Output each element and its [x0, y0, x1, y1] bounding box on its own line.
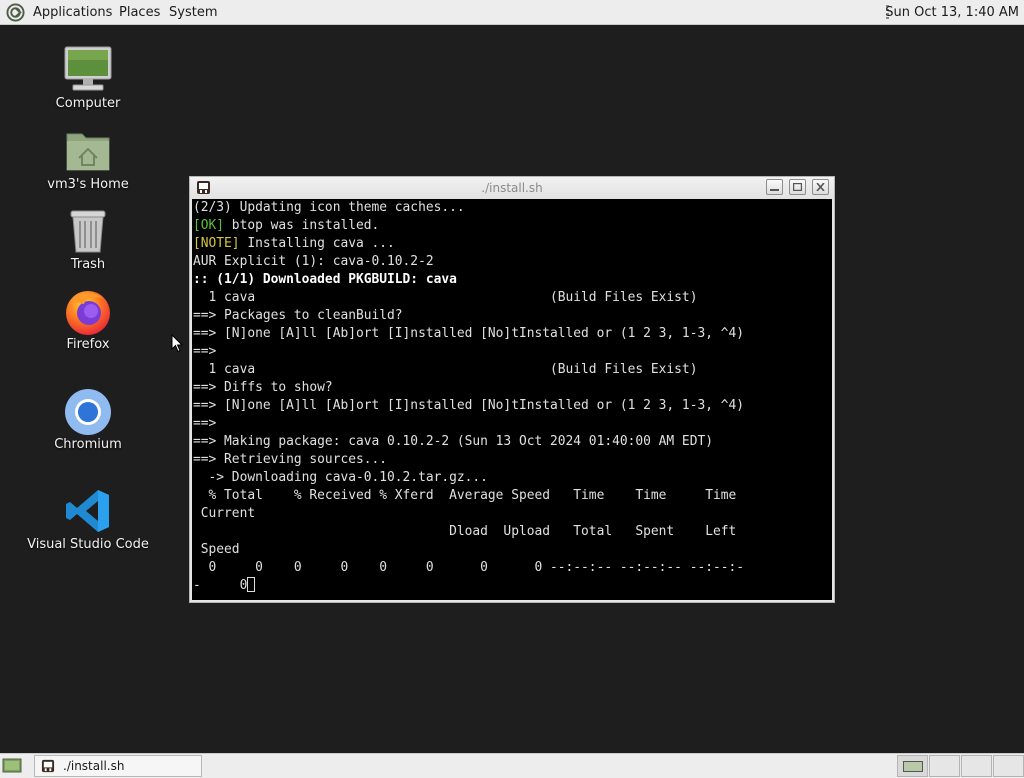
desktop-icon-trash[interactable]: Trash — [13, 208, 163, 280]
terminal-line: ==> Retrieving sources... — [193, 451, 744, 469]
terminal-line: ==> — [193, 415, 744, 433]
terminal-line: AUR Explicit (1): cava-0.10.2-2 — [193, 253, 744, 271]
terminal-text-segment: ==> — [193, 416, 217, 431]
terminal-text-segment: % Total % Received % Xferd Average Speed… — [193, 488, 737, 503]
desktop-icon-label: vm3's Home — [47, 177, 129, 192]
terminal-window[interactable]: ./install.sh (2/3) Updating icon theme c… — [189, 176, 835, 603]
terminal-line: ==> [N]one [A]ll [Ab]ort [I]nstalled [No… — [193, 397, 744, 415]
terminal-text-segment: :: (1/1) Downloaded PKGBUILD: cava — [193, 272, 457, 287]
terminal-output[interactable]: (2/3) Updating icon theme caches... [OK] … — [192, 199, 832, 600]
terminal-text-segment: AUR Explicit (1): cava-0.10.2-2 — [193, 254, 434, 269]
terminal-line: Dload Upload Total Spent Left — [193, 523, 744, 541]
terminal-line: 1 cava (Build Files Exist) — [193, 361, 744, 379]
computer-icon — [64, 46, 112, 91]
desktop-icon-label: Computer — [55, 96, 121, 111]
terminal-text-segment: 0 0 0 0 0 0 0 0 --:--:-- --:--:-- --:--:… — [193, 560, 745, 575]
terminal-text-segment: -> Downloading cava-0.10.2.tar.gz... — [193, 470, 488, 485]
terminal-line: Current — [193, 505, 744, 523]
terminal-text-segment: ==> — [193, 344, 217, 359]
applications-menu[interactable]: Applications — [33, 0, 112, 25]
workspace-2[interactable] — [929, 755, 960, 777]
terminal-text-segment: [OK] — [193, 218, 225, 233]
terminal-text-segment: 1 cava (Build Files Exist) — [193, 362, 698, 377]
maximize-button[interactable] — [789, 179, 806, 195]
terminal-line: % Total % Received % Xferd Average Speed… — [193, 487, 744, 505]
minimize-button[interactable] — [766, 179, 783, 195]
mouse-pointer-icon — [171, 334, 183, 353]
bottom-panel: ./install.sh — [0, 753, 1024, 778]
terminal-line: Speed — [193, 541, 744, 559]
system-menu[interactable]: System — [169, 0, 217, 25]
terminal-text-segment: ==> Diffs to show? — [193, 380, 333, 395]
terminal-text-segment: btop was installed. — [224, 218, 380, 233]
terminal-text-segment: [NOTE] — [193, 236, 240, 251]
terminal-app-icon — [41, 759, 55, 773]
taskbar-item-label: ./install.sh — [63, 759, 125, 773]
terminal-text-segment: Dload Upload Total Spent Left — [193, 524, 737, 539]
workspace-1[interactable] — [897, 755, 928, 777]
terminal-text-segment: ==> Making package: cava 0.10.2-2 (Sun 1… — [193, 434, 713, 449]
desktop-icon-vscode[interactable]: Visual Studio Code — [13, 488, 163, 560]
terminal-text-segment: Installing cava ... — [239, 236, 395, 251]
window-title: ./install.sh — [481, 181, 543, 195]
terminal-line: ==> [N]one [A]ll [Ab]ort [I]nstalled [No… — [193, 325, 744, 343]
home-folder-icon — [66, 133, 110, 171]
desktop-icon-firefox[interactable]: Firefox — [13, 288, 163, 360]
desktop-icon-label: Visual Studio Code — [27, 537, 149, 552]
terminal-line: ==> Making package: cava 0.10.2-2 (Sun 1… — [193, 433, 744, 451]
clock[interactable]: Sun Oct 13, 1:40 AM — [885, 0, 1019, 25]
places-menu[interactable]: Places — [119, 0, 160, 25]
desktop-icon-label: Trash — [70, 257, 106, 272]
terminal-line: -> Downloading cava-0.10.2.tar.gz... — [193, 469, 744, 487]
close-button[interactable] — [812, 179, 829, 195]
desktop-icon-chromium[interactable]: Chromium — [13, 387, 163, 459]
trash-icon — [70, 210, 106, 253]
terminal-line: ==> — [193, 343, 744, 361]
terminal-text: (2/3) Updating icon theme caches... [OK] … — [193, 199, 744, 595]
terminal-text-segment: ==> [N]one [A]ll [Ab]ort [I]nstalled [No… — [193, 326, 745, 341]
terminal-line: (2/3) Updating icon theme caches... — [193, 199, 744, 217]
workspace-3[interactable] — [961, 755, 992, 777]
desktop-icon-label: Firefox — [66, 337, 110, 352]
terminal-line: ==> Packages to cleanBuild? — [193, 307, 744, 325]
terminal-line: ==> Diffs to show? — [193, 379, 744, 397]
terminal-text-segment: (2/3) Updating icon theme caches... — [193, 200, 465, 215]
workspace-window-icon — [903, 761, 923, 772]
terminal-line: :: (1/1) Downloaded PKGBUILD: cava — [193, 271, 744, 289]
terminal-text-segment: Current — [193, 506, 256, 521]
workspace-4[interactable] — [993, 755, 1024, 777]
desktop-icon-computer[interactable]: Computer — [13, 46, 163, 118]
top-panel: Applications Places System Sun Oct 13, 1… — [0, 0, 1024, 25]
terminal-titlebar[interactable]: ./install.sh — [190, 177, 834, 199]
close-icon — [816, 183, 825, 191]
show-desktop-icon[interactable] — [2, 757, 22, 775]
terminal-line: [NOTE] Installing cava ... — [193, 235, 744, 253]
chromium-icon — [65, 389, 111, 435]
terminal-line: - 0 — [193, 577, 744, 595]
terminal-text-segment: ==> Packages to cleanBuild? — [193, 308, 403, 323]
terminal-line: 0 0 0 0 0 0 0 0 --:--:-- --:--:-- --:--:… — [193, 559, 745, 577]
vscode-icon — [66, 490, 109, 532]
maximize-icon — [793, 183, 802, 191]
minimize-icon — [770, 189, 779, 191]
desktop-icon-home[interactable]: vm3's Home — [13, 128, 163, 200]
terminal-cursor — [247, 577, 256, 592]
terminal-text-segment: ==> Retrieving sources... — [193, 452, 388, 467]
distro-logo-icon[interactable] — [6, 3, 25, 22]
terminal-text-segment: ==> [N]one [A]ll [Ab]ort [I]nstalled [No… — [193, 398, 745, 413]
terminal-line: 1 cava (Build Files Exist) — [193, 289, 744, 307]
terminal-line: [OK] btop was installed. — [193, 217, 744, 235]
terminal-text-segment: Speed — [193, 542, 240, 557]
desktop-icon-label: Chromium — [54, 437, 122, 452]
taskbar-item-install-sh[interactable]: ./install.sh — [34, 755, 202, 777]
terminal-text-segment: - 0 — [193, 578, 248, 593]
firefox-icon — [66, 291, 110, 335]
terminal-text-segment: 1 cava (Build Files Exist) — [193, 290, 698, 305]
